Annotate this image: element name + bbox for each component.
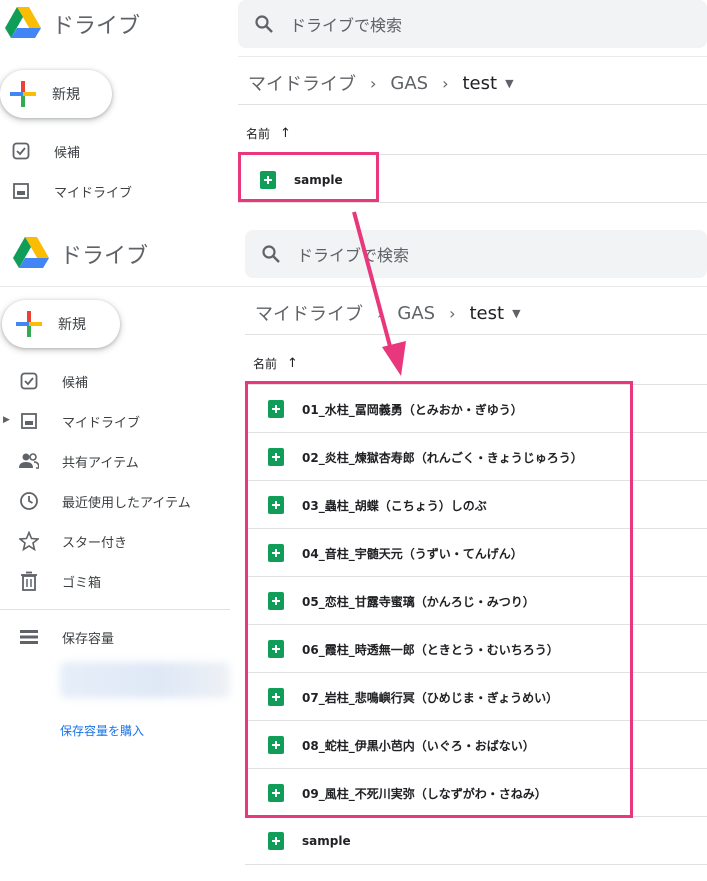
nav-label: 最近使用したアイテム bbox=[62, 495, 191, 511]
drive-logo-icon bbox=[13, 237, 49, 268]
drive-logo-icon bbox=[5, 7, 41, 38]
sidebar-divider bbox=[0, 609, 230, 610]
nav-label: マイドライブ bbox=[62, 415, 141, 431]
nav-label: マイドライブ bbox=[54, 185, 133, 201]
brand-name: ドライブ bbox=[60, 244, 149, 269]
nav-label: 候補 bbox=[62, 375, 89, 391]
column-header-label: 名前 bbox=[253, 357, 278, 371]
nav-label: 共有アイテム bbox=[62, 455, 139, 471]
dropdown-arrow-icon[interactable]: ▼ bbox=[505, 77, 513, 90]
breadcrumb-current[interactable]: test bbox=[463, 73, 498, 94]
chevron-right-icon: › bbox=[370, 73, 377, 93]
file-row[interactable]: sample bbox=[268, 831, 351, 851]
nav-item-recent[interactable]: 最近使用したアイテム bbox=[18, 490, 191, 512]
new-button-label: 新規 bbox=[58, 317, 86, 333]
file-name: sample bbox=[302, 834, 351, 848]
nav-label: スター付き bbox=[62, 535, 128, 551]
star-icon bbox=[18, 530, 40, 552]
search-icon[interactable] bbox=[251, 234, 291, 274]
nav-item-storage[interactable]: 保存容量 bbox=[18, 626, 114, 648]
new-button[interactable]: 新規 bbox=[2, 300, 120, 348]
people-icon bbox=[18, 450, 40, 472]
highlight-box-bottom bbox=[245, 381, 633, 818]
nav-label: 候補 bbox=[54, 145, 81, 161]
brand-name: ドライブ bbox=[52, 14, 141, 39]
expand-arrow-icon[interactable]: ▶ bbox=[3, 415, 10, 425]
divider bbox=[238, 104, 707, 105]
storage-icon bbox=[18, 626, 40, 648]
highlight-box-top bbox=[238, 152, 379, 202]
sort-arrow-up-icon[interactable]: ↑ bbox=[287, 356, 298, 371]
column-header-name[interactable]: 名前 ↑ bbox=[253, 355, 298, 372]
search-bar[interactable]: ドライブで検索 bbox=[245, 230, 707, 278]
plus-icon bbox=[16, 311, 42, 337]
new-button-label: 新規 bbox=[52, 87, 80, 103]
breadcrumb-my-drive[interactable]: マイドライブ bbox=[248, 70, 356, 96]
storage-usage-blurred bbox=[60, 662, 230, 698]
divider bbox=[238, 202, 707, 203]
new-button[interactable]: 新規 bbox=[0, 70, 112, 118]
search-placeholder: ドライブで検索 bbox=[290, 16, 403, 35]
sort-arrow-up-icon[interactable]: ↑ bbox=[280, 126, 291, 141]
column-header-name[interactable]: 名前 ↑ bbox=[246, 125, 291, 142]
plus-icon bbox=[10, 81, 36, 107]
nav-item-my-drive[interactable]: マイドライブ bbox=[10, 180, 132, 202]
nav-label: ゴミ箱 bbox=[62, 575, 102, 591]
clock-icon bbox=[18, 490, 40, 512]
header-divider bbox=[238, 56, 707, 57]
my-drive-icon bbox=[10, 180, 32, 202]
nav-item-suggested[interactable]: 候補 bbox=[10, 140, 80, 162]
nav-label: 保存容量 bbox=[62, 631, 115, 647]
divider bbox=[245, 334, 707, 335]
column-header-label: 名前 bbox=[246, 127, 271, 141]
breadcrumb-current[interactable]: test bbox=[470, 303, 505, 324]
sheets-icon bbox=[268, 832, 284, 850]
buy-storage-link[interactable]: 保存容量を購入 bbox=[60, 722, 144, 739]
nav-item-trash[interactable]: ゴミ箱 bbox=[18, 570, 101, 592]
breadcrumb: マイドライブ › GAS › test ▼ bbox=[248, 70, 514, 96]
divider bbox=[245, 864, 707, 865]
search-bar[interactable]: ドライブで検索 bbox=[238, 0, 707, 48]
chevron-right-icon: › bbox=[449, 303, 456, 323]
nav-item-my-drive[interactable]: マイドライブ bbox=[18, 410, 140, 432]
nav-item-suggested[interactable]: 候補 bbox=[18, 370, 88, 392]
trash-icon bbox=[18, 570, 40, 592]
breadcrumb-gas[interactable]: GAS bbox=[390, 73, 428, 94]
chevron-right-icon: › bbox=[442, 73, 449, 93]
pointer-arrow-icon bbox=[352, 211, 406, 376]
dropdown-arrow-icon[interactable]: ▼ bbox=[512, 307, 520, 320]
check-box-icon bbox=[18, 370, 40, 392]
nav-item-shared[interactable]: 共有アイテム bbox=[18, 450, 139, 472]
nav-item-starred[interactable]: スター付き bbox=[18, 530, 127, 552]
check-box-icon bbox=[10, 140, 32, 162]
my-drive-icon bbox=[18, 410, 40, 432]
search-icon[interactable] bbox=[244, 4, 284, 44]
